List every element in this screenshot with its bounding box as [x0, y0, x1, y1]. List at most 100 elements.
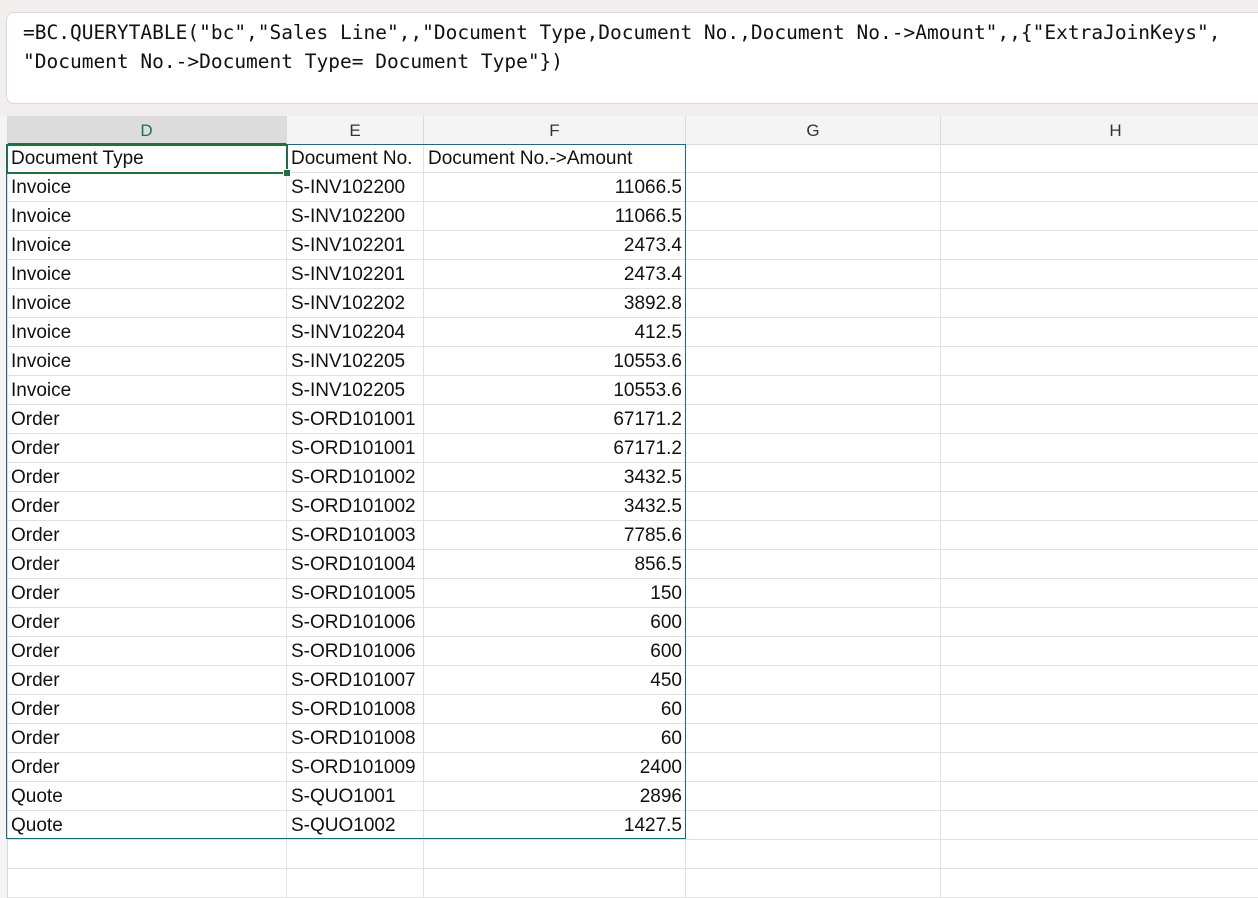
formula-bar[interactable]: =BC.QUERYTABLE("bc","Sales Line",,"Docum… — [6, 12, 1258, 104]
empty-cell[interactable] — [941, 231, 1258, 260]
empty-cell[interactable] — [686, 405, 941, 434]
cell-document-no[interactable]: S-ORD101002 — [287, 463, 424, 492]
cell-document-no[interactable]: S-ORD101004 — [287, 550, 424, 579]
empty-cell[interactable] — [7, 869, 287, 898]
cell-document-no[interactable]: S-ORD101008 — [287, 724, 424, 753]
empty-cell[interactable] — [941, 405, 1258, 434]
cell-document-no[interactable]: S-INV102201 — [287, 260, 424, 289]
cell-document-no[interactable]: S-ORD101001 — [287, 405, 424, 434]
empty-cell[interactable] — [686, 637, 941, 666]
cell-document-type[interactable]: Order — [7, 608, 287, 637]
empty-cell[interactable] — [424, 840, 686, 869]
column-header-g[interactable]: G — [686, 116, 941, 144]
empty-cell[interactable] — [941, 434, 1258, 463]
cell-amount[interactable]: 600 — [424, 608, 686, 637]
cell-amount[interactable]: 412.5 — [424, 318, 686, 347]
empty-cell[interactable] — [686, 463, 941, 492]
empty-cell[interactable] — [686, 753, 941, 782]
empty-cell[interactable] — [941, 840, 1258, 869]
cell-amount[interactable]: 3892.8 — [424, 289, 686, 318]
column-header-d[interactable]: D — [7, 116, 287, 145]
cell-document-no[interactable]: S-ORD101003 — [287, 521, 424, 550]
cell-document-type[interactable]: Order — [7, 405, 287, 434]
empty-cell[interactable] — [941, 608, 1258, 637]
empty-cell[interactable] — [941, 579, 1258, 608]
empty-cell[interactable] — [686, 579, 941, 608]
empty-cell[interactable] — [941, 318, 1258, 347]
empty-cell[interactable] — [941, 550, 1258, 579]
cell-document-no[interactable]: S-INV102201 — [287, 231, 424, 260]
table-header-cell[interactable]: Document Type — [7, 144, 287, 173]
cell-amount[interactable]: 2400 — [424, 753, 686, 782]
empty-cell[interactable] — [941, 753, 1258, 782]
column-header-f[interactable]: F — [424, 116, 686, 144]
cell-document-no[interactable]: S-ORD101006 — [287, 637, 424, 666]
cell-document-no[interactable]: S-INV102205 — [287, 376, 424, 405]
cell-document-type[interactable]: Order — [7, 434, 287, 463]
empty-cell[interactable] — [686, 289, 941, 318]
cell-amount[interactable]: 2473.4 — [424, 260, 686, 289]
cell-amount[interactable]: 11066.5 — [424, 173, 686, 202]
cell-amount[interactable]: 67171.2 — [424, 434, 686, 463]
cell-document-type[interactable]: Order — [7, 550, 287, 579]
cell-document-type[interactable]: Quote — [7, 782, 287, 811]
cell-document-type[interactable]: Invoice — [7, 318, 287, 347]
empty-cell[interactable] — [941, 463, 1258, 492]
empty-cell[interactable] — [941, 521, 1258, 550]
cell-document-type[interactable]: Order — [7, 579, 287, 608]
cell-document-no[interactable]: S-ORD101006 — [287, 608, 424, 637]
empty-cell[interactable] — [686, 492, 941, 521]
cell-document-no[interactable]: S-INV102202 — [287, 289, 424, 318]
cell-amount[interactable]: 2473.4 — [424, 231, 686, 260]
cell-document-type[interactable]: Order — [7, 463, 287, 492]
cell-document-type[interactable]: Quote — [7, 811, 287, 840]
cell-amount[interactable]: 60 — [424, 695, 686, 724]
cell-document-no[interactable]: S-ORD101001 — [287, 434, 424, 463]
cell-document-no[interactable]: S-INV102200 — [287, 173, 424, 202]
cell-document-type[interactable]: Order — [7, 695, 287, 724]
empty-cell[interactable] — [941, 173, 1258, 202]
cell-document-type[interactable]: Order — [7, 666, 287, 695]
empty-cell[interactable] — [941, 144, 1258, 173]
cell-document-type[interactable]: Order — [7, 521, 287, 550]
empty-cell[interactable] — [941, 289, 1258, 318]
cell-amount[interactable]: 10553.6 — [424, 347, 686, 376]
empty-cell[interactable] — [686, 608, 941, 637]
cell-document-no[interactable]: S-QUO1001 — [287, 782, 424, 811]
cell-document-type[interactable]: Invoice — [7, 173, 287, 202]
table-header-cell[interactable]: Document No.->Amount — [424, 144, 686, 173]
cell-amount[interactable]: 856.5 — [424, 550, 686, 579]
empty-cell[interactable] — [686, 173, 941, 202]
cell-document-no[interactable]: S-QUO1002 — [287, 811, 424, 840]
empty-cell[interactable] — [686, 202, 941, 231]
cell-amount[interactable]: 67171.2 — [424, 405, 686, 434]
cell-document-no[interactable]: S-ORD101007 — [287, 666, 424, 695]
cell-document-type[interactable]: Invoice — [7, 260, 287, 289]
cell-document-no[interactable]: S-ORD101005 — [287, 579, 424, 608]
empty-cell[interactable] — [941, 869, 1258, 898]
empty-cell[interactable] — [686, 695, 941, 724]
empty-cell[interactable] — [287, 840, 424, 869]
empty-cell[interactable] — [941, 202, 1258, 231]
cell-document-type[interactable]: Invoice — [7, 376, 287, 405]
cell-document-no[interactable]: S-INV102204 — [287, 318, 424, 347]
empty-cell[interactable] — [941, 782, 1258, 811]
empty-cell[interactable] — [686, 521, 941, 550]
cell-document-no[interactable]: S-INV102200 — [287, 202, 424, 231]
empty-cell[interactable] — [686, 434, 941, 463]
cell-document-type[interactable]: Invoice — [7, 202, 287, 231]
empty-cell[interactable] — [941, 695, 1258, 724]
cell-document-type[interactable]: Order — [7, 492, 287, 521]
cell-document-no[interactable]: S-ORD101002 — [287, 492, 424, 521]
empty-cell[interactable] — [941, 666, 1258, 695]
cell-amount[interactable]: 60 — [424, 724, 686, 753]
empty-cell[interactable] — [686, 666, 941, 695]
cell-document-type[interactable]: Order — [7, 753, 287, 782]
cell-amount[interactable]: 7785.6 — [424, 521, 686, 550]
empty-cell[interactable] — [287, 869, 424, 898]
empty-cell[interactable] — [941, 811, 1258, 840]
empty-cell[interactable] — [686, 782, 941, 811]
cell-amount[interactable]: 450 — [424, 666, 686, 695]
cell-document-type[interactable]: Order — [7, 724, 287, 753]
empty-cell[interactable] — [941, 724, 1258, 753]
